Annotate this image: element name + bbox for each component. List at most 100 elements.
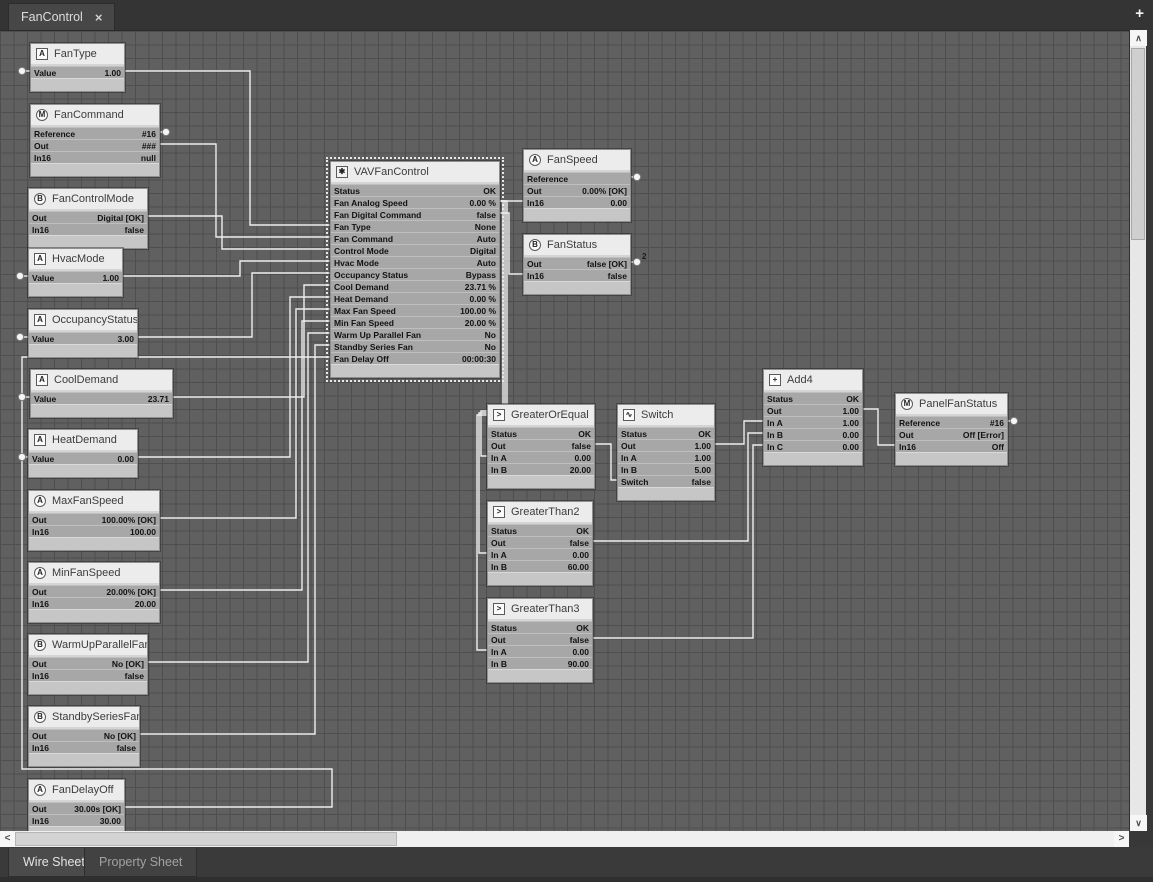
block-header[interactable]: MPanelFanStatus [896,394,1007,414]
scroll-left-icon[interactable]: < [0,831,15,847]
connection-port-6[interactable] [633,173,640,180]
block-header[interactable]: BFanControlMode [29,189,147,209]
wire-link-3[interactable] [123,261,330,276]
block-row-value[interactable]: Value1.00 [31,66,124,78]
scroll-up-icon[interactable]: ∧ [1130,30,1147,46]
wire-link-2[interactable] [148,216,330,249]
block-row-reference[interactable]: Reference#16 [31,127,159,139]
block-row-min-fan-speed[interactable]: Min Fan Speed20.00 % [331,316,499,328]
block-row-status[interactable]: StatusOK [488,427,594,439]
block-row-in16[interactable]: In16false [29,669,147,681]
block-header[interactable]: AFanSpeed [524,150,630,170]
block-row-value[interactable]: Value1.00 [29,271,122,283]
block-row-in16[interactable]: In16null [31,151,159,163]
vertical-scroll-thumb[interactable] [1131,48,1145,240]
block-heatdemand[interactable]: AHeatDemandValue0.00 [28,429,138,478]
block-row-out[interactable]: Outfalse [488,633,592,645]
block-fancontrolmode[interactable]: BFanControlMode OutDigital [OK]In16false [28,188,148,249]
block-row-in-a[interactable]: In A1.00 [618,451,714,463]
block-row-in16[interactable]: In16false [29,223,147,235]
block-header[interactable]: AMinFanSpeed [29,563,159,583]
block-header[interactable]: AFanDelayOff [29,780,124,800]
block-row-in16[interactable]: In1620.00 [29,597,159,609]
vertical-scrollbar[interactable]: ∧ ∨ [1129,30,1146,831]
connection-port-0[interactable] [18,67,25,74]
block-fandelayoff[interactable]: AFanDelayOffOut30.00s [OK]In1630.00 [28,779,125,831]
block-row-reference[interactable]: Reference#16 [896,416,1007,428]
block-row-in-b[interactable]: In B5.00 [618,463,714,475]
block-row-fan-type[interactable]: Fan TypeNone [331,220,499,232]
close-icon[interactable]: × [95,10,103,25]
tab-property-sheet[interactable]: Property Sheet [84,848,197,877]
block-row-status[interactable]: StatusOK [488,524,592,536]
block-row-reference[interactable]: Reference [524,172,630,184]
block-hvacmode[interactable]: AHvacMode Value1.00 [28,248,123,297]
block-row-in-b[interactable]: In B60.00 [488,560,592,572]
wire-link-21[interactable] [863,409,895,445]
block-row-occupancy-status[interactable]: Occupancy StatusBypass [331,268,499,280]
scroll-down-icon[interactable]: ∨ [1130,815,1147,831]
block-header[interactable]: MFanCommand [31,105,159,125]
block-row-value[interactable]: Value3.00 [29,332,137,344]
block-row-in-b[interactable]: In B0.00 [764,428,862,440]
block-row-in16[interactable]: In16100.00 [29,525,159,537]
block-row-fan-digital-command[interactable]: Fan Digital Commandfalse [331,208,499,220]
block-row-out[interactable]: Outfalse [488,536,592,548]
block-row-in16[interactable]: In16Off [896,440,1007,452]
block-panelfanstatus[interactable]: MPanelFanStatusReference#16OutOff [Error… [895,393,1008,466]
block-row-out[interactable]: OutDigital [OK] [29,211,147,223]
block-header[interactable]: AHvacMode [29,249,122,269]
block-switch[interactable]: ∿SwitchStatusOKOut1.00In A1.00In B5.00Sw… [617,404,715,501]
block-standbyseriesfan[interactable]: BStandbySeriesFanOutNo [OK]In16false [28,706,140,767]
block-occupancystatus[interactable]: AOccupancyStatus Value3.00 [28,309,138,358]
block-row-warm-up-parallel-fan[interactable]: Warm Up Parallel FanNo [331,328,499,340]
block-row-out[interactable]: Out0.00% [OK] [524,184,630,196]
block-header[interactable]: AHeatDemand [29,430,137,450]
wire-link-4[interactable] [138,273,330,337]
block-row-status[interactable]: StatusOK [764,392,862,404]
block-maxfanspeed[interactable]: AMaxFanSpeedOut100.00% [OK]In16100.00 [28,490,160,551]
block-row-out[interactable]: Outfalse [488,439,594,451]
block-row-out[interactable]: Out### [31,139,159,151]
connection-port-1[interactable] [162,128,169,135]
block-row-status[interactable]: StatusOK [618,427,714,439]
wire-sheet-canvas[interactable]: 2AFanTypeValue1.00MFanCommandReference#1… [0,30,1129,831]
block-add4[interactable]: +Add4StatusOKOut1.00In A1.00In B0.00In C… [763,369,863,466]
block-minfanspeed[interactable]: AMinFanSpeed Out20.00% [OK]In1620.00 [28,562,160,623]
block-row-standby-series-fan[interactable]: Standby Series FanNo [331,340,499,352]
block-row-out[interactable]: Out1.00 [764,404,862,416]
block-header[interactable]: BWarmUpParallelFan [29,635,147,655]
block-greaterorequal[interactable]: >GreaterOrEqualStatusOKOutfalseIn A0.00I… [487,404,595,489]
block-row-in16[interactable]: In160.00 [524,196,630,208]
wire-link-17[interactable] [595,444,617,480]
block-fanstatus[interactable]: BFanStatusOutfalse [OK]In16false [523,234,631,295]
block-warmupparallelfan[interactable]: BWarmUpParallelFanOutNo [OK]In16false [28,634,148,695]
block-row-heat-demand[interactable]: Heat Demand0.00 % [331,292,499,304]
block-row-control-mode[interactable]: Control ModeDigital [331,244,499,256]
block-header[interactable]: ✱VAVFanControl [331,162,499,182]
block-row-out[interactable]: Out30.00s [OK] [29,802,124,814]
block-row-out[interactable]: OutNo [OK] [29,729,139,741]
block-header[interactable]: >GreaterThan2 [488,502,592,522]
block-row-status[interactable]: StatusOK [331,184,499,196]
connection-port-7[interactable] [633,258,640,265]
block-header[interactable]: ACoolDemand [31,370,172,390]
block-row-value[interactable]: Value23.71 [31,392,172,404]
block-row-in-a[interactable]: In A1.00 [764,416,862,428]
connection-port-2[interactable] [16,272,23,279]
block-header[interactable]: ∿Switch [618,405,714,425]
block-row-out[interactable]: Out20.00% [OK] [29,585,159,597]
block-fantype[interactable]: AFanTypeValue1.00 [30,43,125,92]
block-cooldemand[interactable]: ACoolDemand Value23.71 [30,369,173,418]
block-header[interactable]: AOccupancyStatus [29,310,137,330]
block-header[interactable]: >GreaterOrEqual [488,405,594,425]
block-header[interactable]: BFanStatus [524,235,630,255]
block-row-fan-command[interactable]: Fan CommandAuto [331,232,499,244]
block-row-in-b[interactable]: In B20.00 [488,463,594,475]
block-row-in-c[interactable]: In C0.00 [764,440,862,452]
block-row-hvac-mode[interactable]: Hvac ModeAuto [331,256,499,268]
block-row-in16[interactable]: In16false [29,741,139,753]
block-row-status[interactable]: StatusOK [488,621,592,633]
block-row-fan-delay-off[interactable]: Fan Delay Off00:00:30 [331,352,499,364]
block-fanspeed[interactable]: AFanSpeed ReferenceOut0.00% [OK]In160.00 [523,149,631,222]
